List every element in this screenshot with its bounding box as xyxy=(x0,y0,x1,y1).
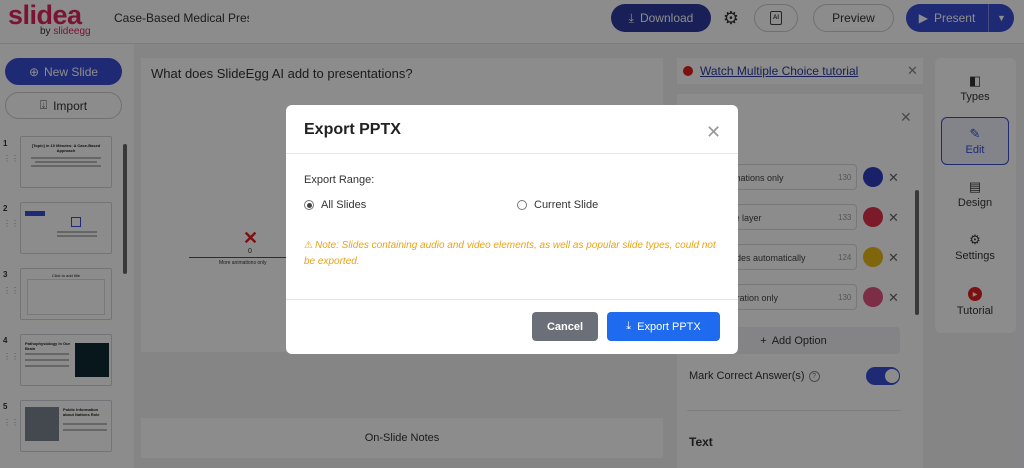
divider xyxy=(286,299,738,300)
dialog-title: Export PPTX xyxy=(304,121,401,138)
radio-selected-dot xyxy=(306,202,312,208)
cancel-button[interactable]: Cancel xyxy=(532,312,598,341)
radio-all-slides[interactable]: All Slides xyxy=(304,199,366,211)
warning-text: Note: Slides containing audio and video … xyxy=(304,240,716,267)
export-pptx-dialog: Export PPTX ✕ Export Range: All Slides C… xyxy=(286,105,738,354)
radio-label: All Slides xyxy=(321,199,367,211)
export-warning: ⚠ Note: Slides containing audio and video… xyxy=(304,238,720,270)
radio-button[interactable] xyxy=(517,200,527,210)
divider xyxy=(286,153,738,154)
radio-label: Current Slide xyxy=(534,199,599,211)
warning-icon: ⚠ xyxy=(304,240,313,251)
export-range-label: Export Range: xyxy=(304,174,375,186)
radio-current-slide[interactable]: Current Slide xyxy=(517,199,598,211)
radio-button[interactable] xyxy=(304,200,314,210)
download-icon: ⤓ xyxy=(626,320,632,332)
export-pptx-button[interactable]: ⤓ Export PPTX xyxy=(607,312,720,341)
export-label: Export PPTX xyxy=(637,320,701,333)
close-icon[interactable]: ✕ xyxy=(706,123,721,141)
